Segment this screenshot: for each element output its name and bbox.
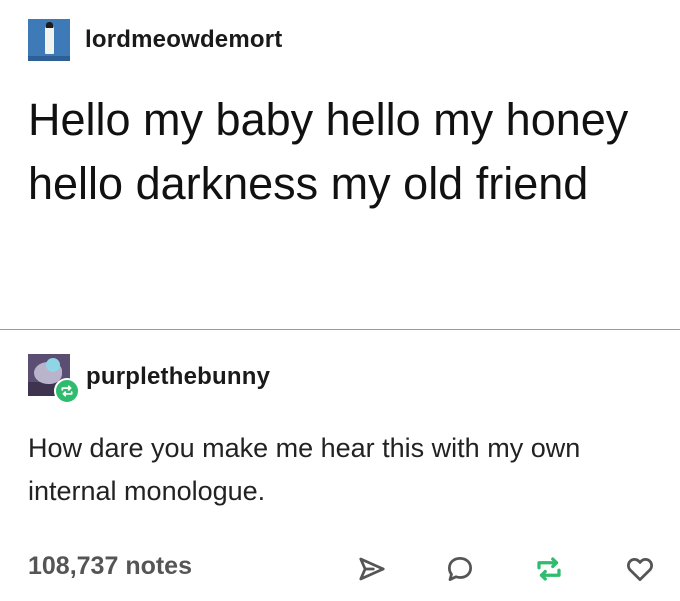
share-icon bbox=[359, 557, 385, 581]
original-username[interactable]: lordmeowdemort bbox=[85, 26, 282, 54]
tumblr-post: lordmeowdemort Hello my baby hello my ho… bbox=[0, 0, 680, 601]
share-button[interactable] bbox=[352, 549, 392, 589]
original-post-header: lordmeowdemort bbox=[28, 18, 282, 62]
cat-avatar-icon[interactable] bbox=[28, 19, 70, 61]
reblog-badge-icon bbox=[54, 378, 80, 404]
reply-icon bbox=[448, 557, 472, 581]
post-actions bbox=[352, 549, 662, 589]
like-button[interactable] bbox=[620, 549, 660, 589]
reblog-icon bbox=[537, 557, 561, 581]
reblog-button[interactable] bbox=[529, 549, 569, 589]
reblog-header: purplethebunny bbox=[28, 352, 270, 404]
reply-button[interactable] bbox=[440, 549, 480, 589]
like-icon bbox=[627, 558, 653, 581]
reblog-avatar[interactable] bbox=[28, 354, 80, 404]
notes-count[interactable]: 108,737 notes bbox=[28, 552, 192, 581]
reblog-text: How dare you make me hear this with my o… bbox=[28, 433, 581, 506]
reblog-divider bbox=[0, 329, 680, 330]
original-post-text: Hello my baby hello my honey hello darkn… bbox=[28, 94, 629, 209]
reblog-username[interactable]: purplethebunny bbox=[86, 363, 270, 391]
